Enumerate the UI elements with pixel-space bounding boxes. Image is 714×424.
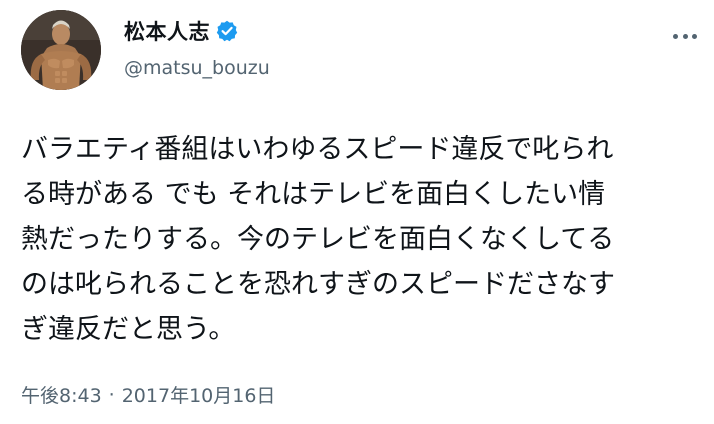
more-dot [682,33,688,39]
tweet-text: バラエティ番組はいわゆるスピード違反で叱られ る時がある でも それはテレビを面… [21,127,693,352]
tweet-text-line: ぎ違反だと思う。 [21,314,236,345]
name-row: 松本人志 [124,17,238,45]
display-name[interactable]: 松本人志 [124,16,210,46]
tweet-text-line: のは叱られることを恐れすぎのスピードださなす [21,269,615,300]
tweet-text-line: 熱だったりする。今のテレビを面白くなくしてる [21,224,615,255]
user-handle[interactable]: @matsu_bouzu [124,57,270,79]
avatar[interactable] [21,10,101,90]
verified-badge-icon [216,20,238,42]
more-dot [673,33,678,39]
tweet-date: 2017年10月16日 [121,385,276,407]
tweet-text-line: る時がある でも それはテレビを面白くしたい情 [21,179,606,210]
tweet-card: 松本人志 @matsu_bouzu バラエティ番組はいわゆるスピード違反で叱られ… [0,0,714,424]
tweet-text-line: バラエティ番組はいわゆるスピード違反で叱られ [21,134,614,165]
tweet-timestamp[interactable]: 午後8:43 · 2017年10月16日 [21,381,275,408]
tweet-time: 午後8:43 [21,385,102,407]
more-dot [692,33,697,39]
avatar-image [21,10,101,90]
meta-separator: · [108,383,115,406]
more-icon[interactable] [670,26,700,46]
